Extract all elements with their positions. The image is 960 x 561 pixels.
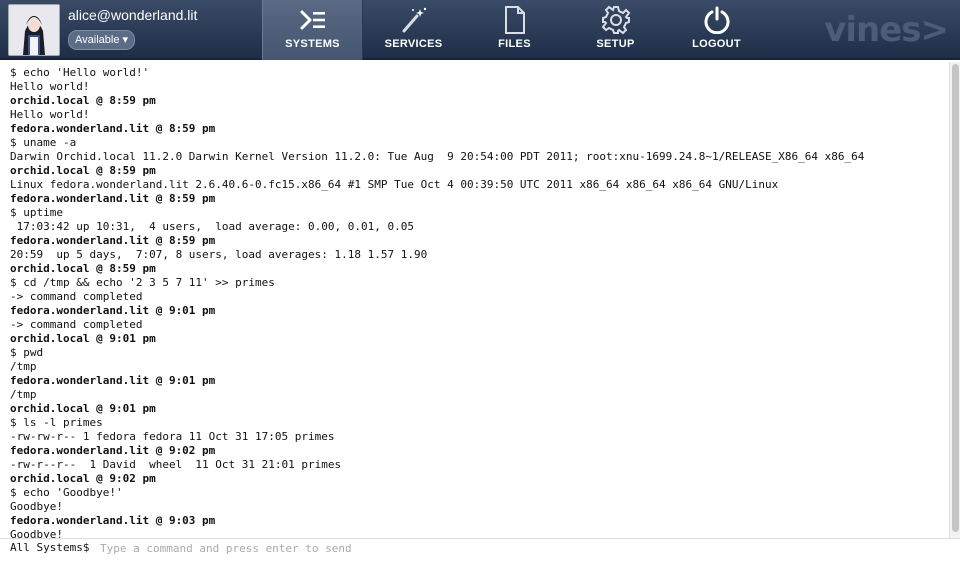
terminal-output-line: 20:59 up 5 days, 7:07, 8 users, load ave…: [10, 248, 428, 261]
terminal-output-line: Hello world!: [10, 80, 90, 93]
nav-setup-label: SETUP: [596, 38, 635, 50]
terminal-prompt-line: orchid.local @ 9:01 pm: [10, 402, 156, 415]
power-icon: [666, 6, 767, 34]
nav-services-label: SERVICES: [384, 38, 443, 50]
terminal-prompt-line: orchid.local @ 9:01 pm: [10, 332, 156, 345]
terminal-prompt-line: fedora.wonderland.lit @ 8:59 pm: [10, 192, 216, 205]
terminal-prompt-line: fedora.wonderland.lit @ 9:02 pm: [10, 444, 216, 457]
nav-logout[interactable]: LOGOUT: [666, 0, 767, 60]
chevron-down-icon: ▾: [122, 34, 129, 46]
nav-logout-label: LOGOUT: [692, 38, 741, 50]
nav-systems-label: SYSTEMS: [285, 38, 340, 50]
scrollbar-thumb[interactable]: [952, 64, 959, 532]
top-bar: alice@wonderland.lit Available ▾ SYSTEMS: [0, 0, 960, 60]
terminal-command-line: $ uptime: [10, 206, 63, 219]
wand-icon: [363, 6, 464, 34]
terminal-output: $ echo 'Hello world!' Hello world! orchid.…: [0, 62, 950, 540]
terminal-output-line: -> command completed: [10, 318, 143, 331]
terminal-command-line: $ echo 'Hello world!': [10, 66, 150, 79]
vines-logo: vines>: [824, 10, 949, 50]
terminal-prompt-line: fedora.wonderland.lit @ 9:01 pm: [10, 374, 216, 387]
nav-files[interactable]: FILES: [464, 0, 565, 60]
nav-services[interactable]: SERVICES: [363, 0, 464, 60]
terminal-prompt-line: orchid.local @ 8:59 pm: [10, 164, 156, 177]
terminal-scrollbar[interactable]: [949, 62, 960, 540]
status-label: Available: [75, 34, 120, 46]
terminal-output-line: -> command completed: [10, 290, 143, 303]
terminal-command-line: $ pwd: [10, 346, 44, 359]
command-bar: All Systems$: [0, 538, 960, 561]
terminal-output-line: Linux fedora.wonderland.lit 2.6.40.6-0.f…: [10, 178, 779, 191]
terminal-output-line: /tmp: [10, 360, 37, 373]
terminal-command-line: $ echo 'Goodbye!': [10, 486, 123, 499]
terminal-command-line: $ uname -a: [10, 136, 77, 149]
terminal-command-line: $ ls -l primes: [10, 416, 103, 429]
terminal-output-line: Goodbye!: [10, 500, 63, 513]
avatar-image: [9, 5, 59, 55]
terminal-prompt-line: fedora.wonderland.lit @ 9:01 pm: [10, 304, 216, 317]
terminal-prompt-line: fedora.wonderland.lit @ 9:03 pm: [10, 514, 216, 527]
nav-files-label: FILES: [498, 38, 531, 50]
terminal-output-line: Darwin Orchid.local 11.2.0 Darwin Kernel…: [10, 150, 865, 163]
terminal-output-line: -rw-r--r-- 1 David wheel 11 Oct 31 21:01…: [10, 458, 342, 471]
gear-icon: [565, 5, 666, 35]
terminal-output-line: Hello world!: [10, 108, 90, 121]
terminal-prompt-line: fedora.wonderland.lit @ 8:59 pm: [10, 234, 216, 247]
terminal-prompt-line: orchid.local @ 8:59 pm: [10, 94, 156, 107]
terminal-output-line: /tmp: [10, 388, 37, 401]
terminal-prompt-line: orchid.local @ 9:02 pm: [10, 472, 156, 485]
command-input[interactable]: [100, 540, 940, 556]
terminal-output-line: 17:03:42 up 10:31, 4 users, load average…: [10, 220, 414, 233]
nav-setup[interactable]: SETUP: [565, 0, 666, 60]
user-panel: alice@wonderland.lit Available ▾: [0, 0, 262, 60]
status-dropdown[interactable]: Available ▾: [68, 30, 136, 50]
terminal-command-line: $ cd /tmp && echo '2 3 5 7 11' >> primes: [10, 276, 275, 289]
main-nav: SYSTEMS SERVICES FILES SETUP LOGOUT: [262, 0, 767, 60]
command-prompt-label: All Systems$: [10, 541, 90, 554]
terminal-prompt-line: fedora.wonderland.lit @ 8:59 pm: [10, 122, 216, 135]
nav-systems[interactable]: SYSTEMS: [262, 0, 363, 60]
avatar[interactable]: [8, 4, 60, 56]
terminal-output-line: -rw-rw-r-- 1 fedora fedora 11 Oct 31 17:…: [10, 430, 335, 443]
terminal-icon: [263, 6, 362, 34]
file-icon: [464, 6, 565, 34]
user-email: alice@wonderland.lit: [68, 7, 198, 23]
terminal-prompt-line: orchid.local @ 8:59 pm: [10, 262, 156, 275]
